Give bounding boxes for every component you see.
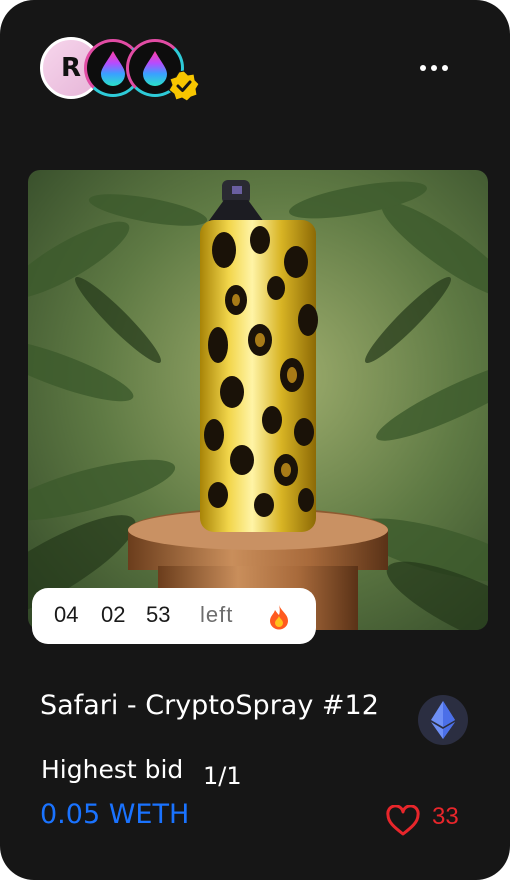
heart-icon[interactable] [386, 805, 420, 837]
nft-card[interactable]: R 04 02 53 left Safari - CryptoSpray #12… [0, 0, 510, 880]
timer-seconds: 53 [146, 602, 171, 627]
like-count: 33 [432, 803, 459, 830]
edition-count: 1/1 [203, 762, 242, 790]
rainbow-drop-icon [101, 51, 125, 86]
timer-hours: 04 [54, 602, 79, 627]
verified-check-icon [168, 70, 200, 102]
ethereum-icon [431, 701, 455, 739]
more-dot [442, 65, 448, 71]
bid-price: 0.05 WETH [40, 799, 190, 830]
artwork-image [28, 170, 488, 630]
avatar-initial: R [60, 53, 82, 83]
creator-avatars: R [40, 36, 210, 102]
item-title[interactable]: Safari - CryptoSpray #12 [40, 690, 379, 721]
fire-icon [270, 605, 288, 630]
currency-badge [418, 695, 468, 745]
more-options-button[interactable] [420, 58, 454, 78]
highest-bid-label: Highest bid [41, 755, 184, 784]
rainbow-drop-icon [143, 51, 167, 86]
more-dot [420, 65, 426, 71]
more-dot [431, 65, 437, 71]
nft-artwork[interactable] [28, 170, 488, 630]
timer-left-label: left [200, 602, 234, 627]
timer-minutes: 02 [101, 602, 126, 627]
auction-timer: 04 02 53 left [32, 588, 316, 644]
